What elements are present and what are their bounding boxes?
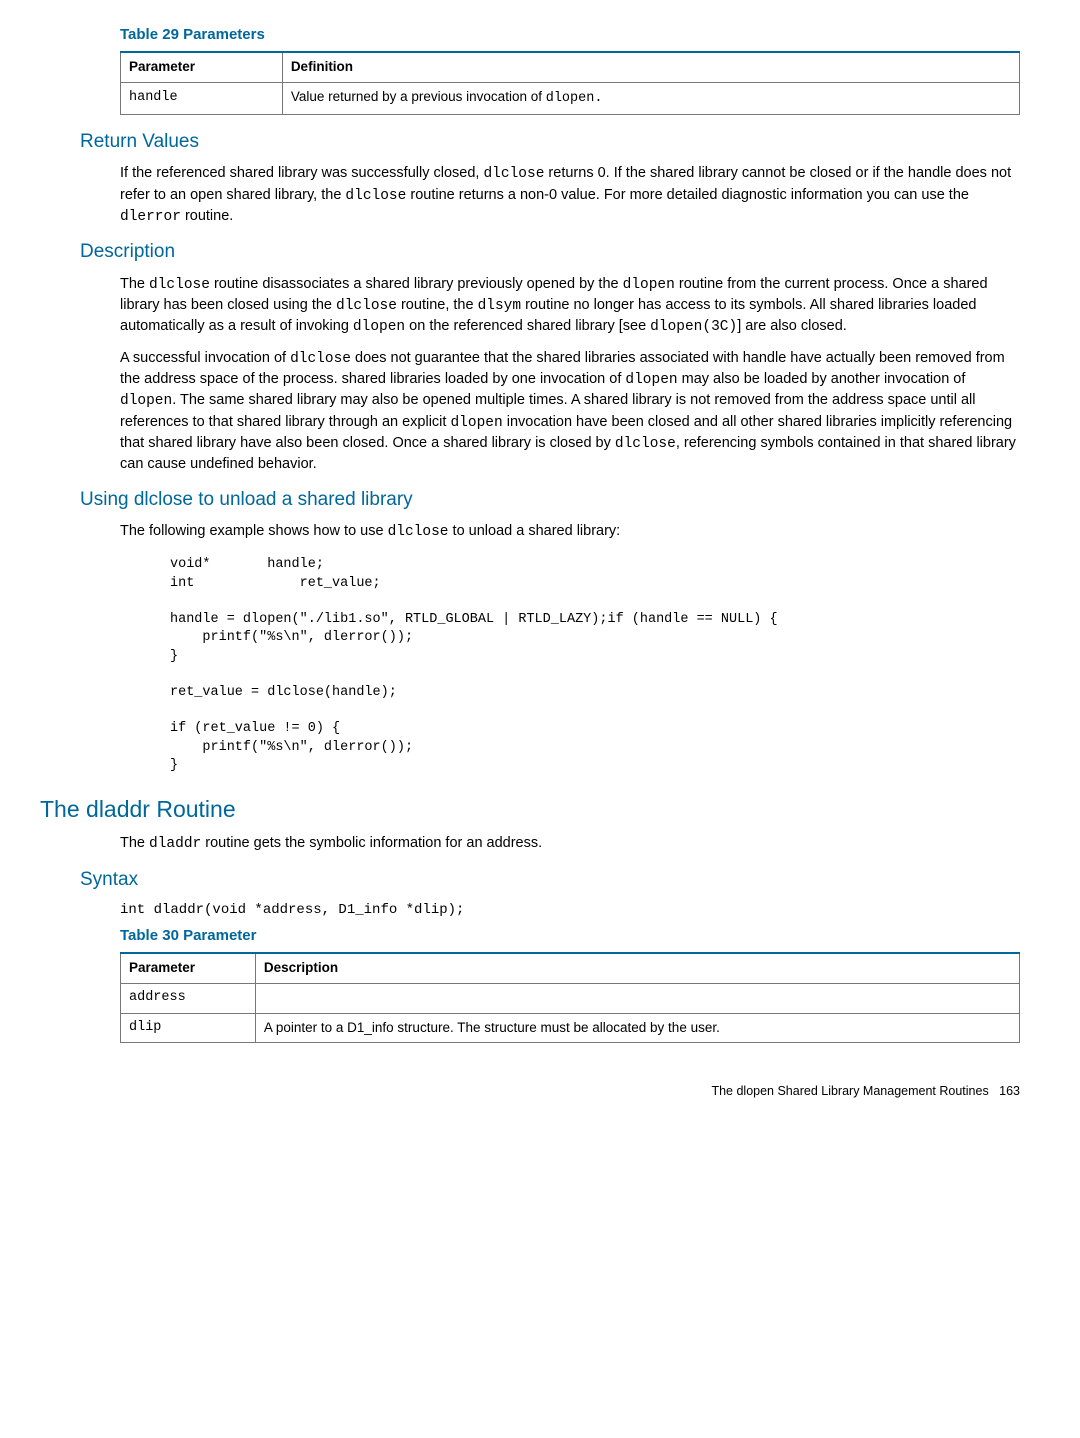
footer-text: The dlopen Shared Library Management Rou…: [711, 1084, 988, 1098]
dladdr-text: The dladdr routine gets the symbolic inf…: [120, 833, 1020, 854]
table29: Parameter Definition handle Value return…: [120, 51, 1020, 115]
using-text: The following example shows how to use d…: [120, 521, 1020, 542]
syntax-code: int dladdr(void *address, D1_info *dlip)…: [120, 901, 1020, 921]
description-p2: A successful invocation of dlclose does …: [120, 348, 1020, 475]
table30-row2-desc: A pointer to a D1_info structure. The st…: [255, 1013, 1019, 1043]
description-heading: Description: [80, 239, 1020, 266]
table29-caption: Table 29 Parameters: [120, 24, 1020, 45]
return-values-heading: Return Values: [80, 129, 1020, 156]
cell-code: dlopen.: [546, 91, 603, 106]
table30-head-desc: Description: [255, 953, 1019, 983]
code-block: void* handle; int ret_value; handle = dl…: [170, 556, 1020, 775]
return-values-text: If the referenced shared library was suc…: [120, 163, 1020, 227]
syntax-heading: Syntax: [80, 867, 1020, 894]
table29-row1-def: Value returned by a previous invocation …: [282, 82, 1019, 114]
table30-caption: Table 30 Parameter: [120, 925, 1020, 946]
page-number: 163: [999, 1084, 1020, 1098]
cell-text: Value returned by a previous invocation …: [291, 89, 546, 104]
table-row: address: [121, 983, 1020, 1013]
description-p1: The dlclose routine disassociates a shar…: [120, 274, 1020, 338]
table-row: handle Value returned by a previous invo…: [121, 82, 1020, 114]
table-row: dlip A pointer to a D1_info structure. T…: [121, 1013, 1020, 1043]
table30: Parameter Description address dlip A poi…: [120, 952, 1020, 1044]
table30-row1-param: address: [121, 983, 256, 1013]
page-footer: The dlopen Shared Library Management Rou…: [120, 1083, 1020, 1101]
table29-head-param: Parameter: [121, 52, 283, 82]
table30-head-param: Parameter: [121, 953, 256, 983]
table30-row1-desc: [255, 983, 1019, 1013]
dladdr-heading: The dladdr Routine: [40, 793, 1020, 825]
table29-head-def: Definition: [282, 52, 1019, 82]
table29-row1-param: handle: [121, 82, 283, 114]
using-heading: Using dlclose to unload a shared library: [80, 487, 1020, 514]
table30-row2-param: dlip: [121, 1013, 256, 1043]
